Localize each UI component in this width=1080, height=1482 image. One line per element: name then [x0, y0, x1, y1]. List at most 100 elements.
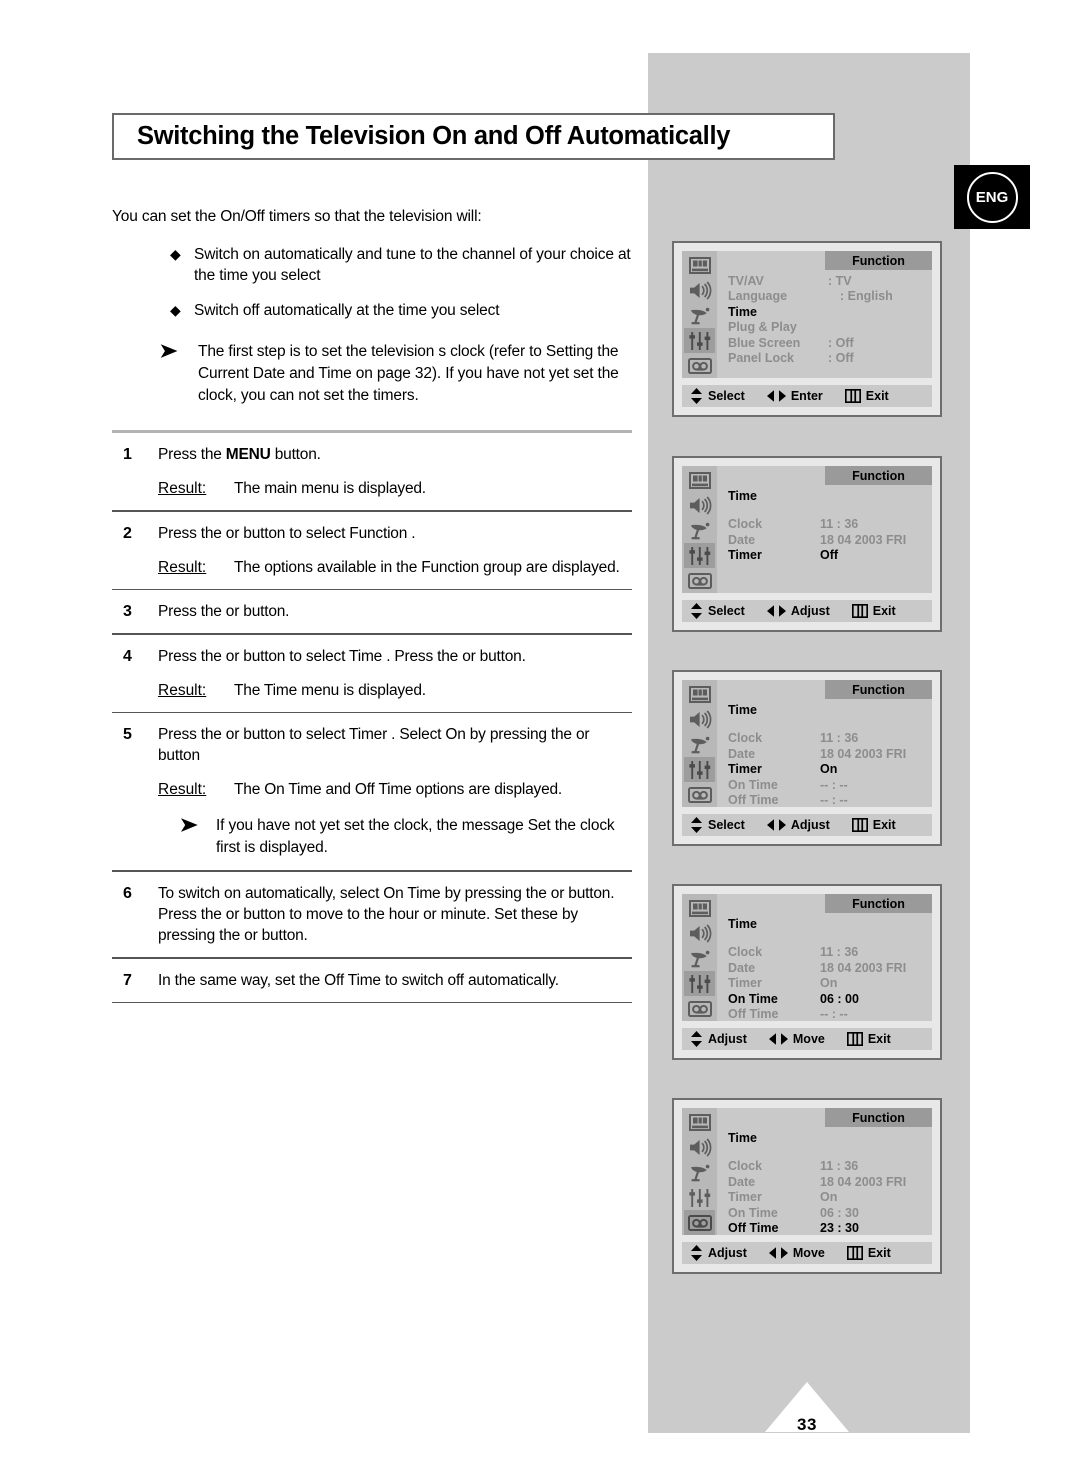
osd-row[interactable]: Off Time 23 : 30 — [728, 1221, 928, 1237]
sliders-icon[interactable] — [684, 971, 715, 996]
picture-icon[interactable] — [684, 1110, 715, 1135]
osd-header: Function — [825, 251, 932, 270]
osd-row[interactable]: On Time 06 : 00 — [728, 991, 928, 1007]
menu-bars-icon — [844, 389, 861, 403]
osd-panel-3: Function Time Clock 11 : 36 Date 18 04 2003 F… — [672, 670, 942, 846]
sound-icon[interactable] — [684, 921, 715, 946]
osd-icon-rail — [682, 680, 717, 807]
osd-footer-item[interactable]: Exit — [844, 389, 889, 403]
osd-row-value: -- : -- — [820, 793, 848, 808]
osd-row[interactable]: Timer On — [728, 762, 928, 778]
osd-footer-item[interactable]: Select — [690, 603, 745, 619]
table-row: 2 Press the or button to select Function… — [112, 512, 632, 589]
osd-row[interactable]: Off Time -- : -- — [728, 793, 928, 809]
osd-row-value: : Off — [828, 335, 854, 350]
osd-main-area: Function TV/AV: TV Language: English Time Pl… — [717, 251, 932, 378]
picture-icon[interactable] — [684, 468, 715, 493]
sliders-icon[interactable] — [684, 757, 715, 782]
osd-row-value: 18 04 2003 FRI — [820, 960, 907, 975]
osd-row-label: Date — [728, 746, 756, 761]
picture-icon[interactable] — [684, 896, 715, 921]
table-row: 7 In the same way, set the Off Time to s… — [112, 959, 632, 1002]
osd-footer-item[interactable]: Move — [768, 1032, 825, 1046]
osd-footer-item[interactable]: Adjust — [766, 818, 830, 832]
osd-footer-item[interactable]: Adjust — [766, 604, 830, 618]
vcr-icon[interactable] — [684, 782, 715, 807]
satellite-dish-icon[interactable] — [684, 518, 715, 543]
osd-header: Function — [825, 1108, 932, 1127]
osd-row[interactable]: Clock 11 : 36 — [728, 517, 928, 533]
osd-footer-item[interactable]: Exit — [851, 818, 896, 832]
osd-row[interactable]: On Time 06 : 30 — [728, 1205, 928, 1221]
osd-row[interactable]: On Time -- : -- — [728, 777, 928, 793]
osd-row[interactable]: Timer On — [728, 1190, 928, 1206]
sliders-icon[interactable] — [684, 1185, 715, 1210]
menu-bars-icon — [846, 1032, 863, 1046]
satellite-dish-icon[interactable] — [684, 732, 715, 757]
osd-row[interactable]: Date 18 04 2003 FRI — [728, 746, 928, 762]
osd-row-label: On Time — [728, 1205, 778, 1220]
osd-row-list: Time Clock 11 : 36 Date 18 04 2003 FRI Timer O… — [728, 488, 928, 563]
osd-header: Function — [825, 466, 932, 485]
osd-row[interactable]: Timer Off — [728, 548, 928, 564]
osd-row-value: 18 04 2003 FRI — [820, 532, 907, 547]
sound-icon[interactable] — [684, 1135, 715, 1160]
result-text: The Time menu is displayed. — [234, 681, 426, 699]
osd-row[interactable]: Clock 11 : 36 — [728, 1159, 928, 1175]
vcr-icon[interactable] — [684, 568, 715, 593]
osd-row-label: Off Time — [728, 1221, 779, 1236]
osd-footer-item[interactable]: Select — [690, 388, 745, 404]
osd-footer-item[interactable]: Select — [690, 817, 745, 833]
osd-row[interactable]: TV/AV: TV — [728, 273, 928, 289]
sound-icon[interactable] — [684, 278, 715, 303]
osd-row-value: Off — [820, 548, 839, 563]
osd-row[interactable]: Blue Screen: Off — [728, 335, 928, 351]
osd-row[interactable]: Clock 11 : 36 — [728, 731, 928, 747]
osd-footer-item[interactable]: Exit — [846, 1032, 891, 1046]
step-number: 7 — [123, 971, 132, 989]
diamond-bullet-icon: ◆ — [170, 246, 181, 262]
osd-row[interactable]: Language: English — [728, 289, 928, 305]
leftright-arrow-icon — [768, 1246, 788, 1260]
osd-footer-label: Exit — [865, 389, 889, 403]
osd-row-value: 11 : 36 — [820, 731, 859, 746]
osd-row[interactable]: Time — [728, 304, 928, 320]
satellite-dish-icon[interactable] — [684, 946, 715, 971]
osd-footer-item[interactable]: Exit — [851, 604, 896, 618]
osd-footer-label: Adjust — [708, 1032, 747, 1046]
sliders-icon[interactable] — [684, 543, 715, 568]
language-badge-label: ENG — [966, 171, 1018, 223]
vcr-icon[interactable] — [684, 996, 715, 1021]
osd-row[interactable]: Clock 11 : 36 — [728, 945, 928, 961]
osd-footer-label: Exit — [872, 818, 896, 832]
satellite-dish-icon[interactable] — [684, 1160, 715, 1185]
osd-footer-item[interactable]: Enter — [766, 389, 823, 403]
step-number: 3 — [123, 603, 132, 621]
diamond-bullet-icon: ◆ — [170, 302, 181, 318]
note-text: The first step is to set the television … — [198, 343, 619, 404]
sliders-icon[interactable] — [684, 328, 715, 353]
osd-row[interactable]: Date 18 04 2003 FRI — [728, 532, 928, 548]
sound-icon[interactable] — [684, 707, 715, 732]
picture-icon[interactable] — [684, 682, 715, 707]
osd-main-area: Function Time Clock 11 : 36 Date 18 04 2003 F… — [717, 1108, 932, 1235]
picture-icon[interactable] — [684, 253, 715, 278]
osd-row[interactable]: Timer On — [728, 976, 928, 992]
vcr-icon[interactable] — [684, 1210, 715, 1235]
osd-row[interactable]: Date 18 04 2003 FRI — [728, 1174, 928, 1190]
step-text: In the same way, set the Off Time to swi… — [158, 971, 559, 989]
osd-row[interactable]: Panel Lock: Off — [728, 351, 928, 367]
sound-icon[interactable] — [684, 493, 715, 518]
osd-row[interactable]: Plug & Play — [728, 320, 928, 336]
osd-row[interactable]: Off Time -- : -- — [728, 1007, 928, 1023]
satellite-dish-icon[interactable] — [684, 303, 715, 328]
intro-section: You can set the On/Off timers so that th… — [112, 208, 632, 407]
osd-footer-item[interactable]: Move — [768, 1246, 825, 1260]
step-text: Press the or button to select Function . — [158, 524, 416, 542]
osd-footer-item[interactable]: Adjust — [690, 1031, 747, 1047]
osd-row[interactable]: Date 18 04 2003 FRI — [728, 960, 928, 976]
osd-row-value: 11 : 36 — [820, 1159, 859, 1174]
osd-footer-item[interactable]: Adjust — [690, 1245, 747, 1261]
vcr-icon[interactable] — [684, 353, 715, 378]
osd-footer-item[interactable]: Exit — [846, 1246, 891, 1260]
